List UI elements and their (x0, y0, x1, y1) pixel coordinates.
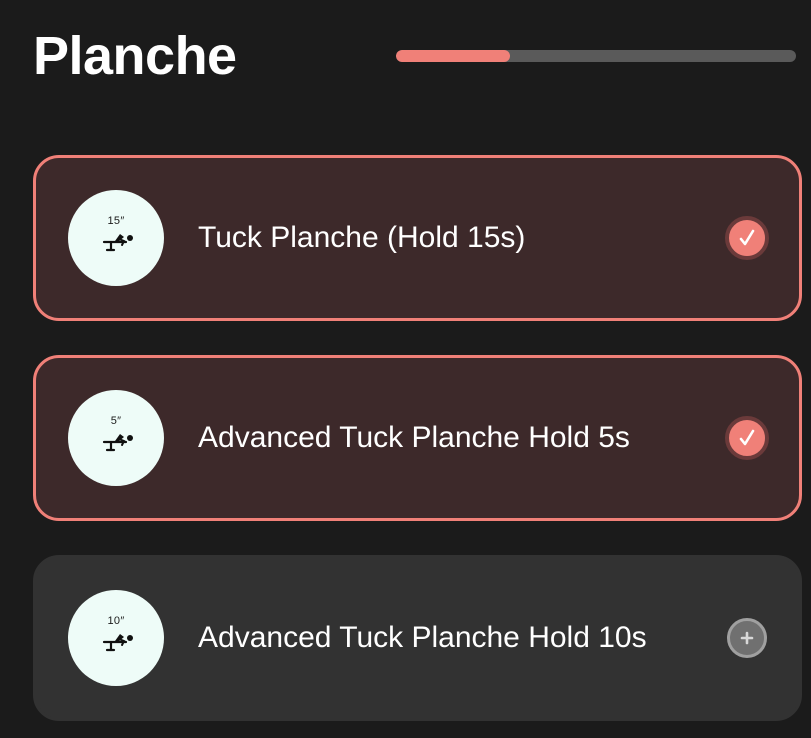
progress-bar-fill (396, 50, 510, 62)
exercise-duration: 15″ (107, 215, 125, 227)
add-toggle[interactable] (727, 618, 767, 658)
completed-toggle[interactable] (725, 416, 769, 460)
progress-bar (396, 50, 796, 62)
planche-figure-icon (102, 634, 133, 652)
exercise-duration: 5″ (110, 415, 122, 427)
check-icon (739, 229, 755, 246)
completed-toggle[interactable] (725, 216, 769, 260)
exercise-name: Advanced Tuck Planche Hold 5s (198, 421, 630, 454)
exercise-name: Tuck Planche (Hold 15s) (198, 221, 526, 254)
exercise-duration: 10″ (107, 615, 125, 627)
exercise-thumbnail: 10″ (68, 590, 164, 686)
page-title: Planche (33, 26, 237, 86)
exercise-name: Advanced Tuck Planche Hold 10s (198, 621, 647, 654)
planche-figure-icon (102, 234, 133, 252)
check-icon (739, 429, 755, 446)
plus-icon (740, 631, 754, 645)
exercise-card[interactable]: 15″ Tuck Planche (Hold 15s) (33, 155, 802, 321)
exercise-thumbnail: 5″ (68, 390, 164, 486)
planche-figure-icon (102, 434, 133, 452)
exercise-card[interactable]: 5″ Advanced Tuck Planche Hold 5s (33, 355, 802, 521)
workout-screen: Planche 15″ Tuck Planche (Hold 15s) 5″ A… (0, 0, 811, 738)
exercise-card[interactable]: 10″ Advanced Tuck Planche Hold 10s (33, 555, 802, 721)
exercise-thumbnail: 15″ (68, 190, 164, 286)
